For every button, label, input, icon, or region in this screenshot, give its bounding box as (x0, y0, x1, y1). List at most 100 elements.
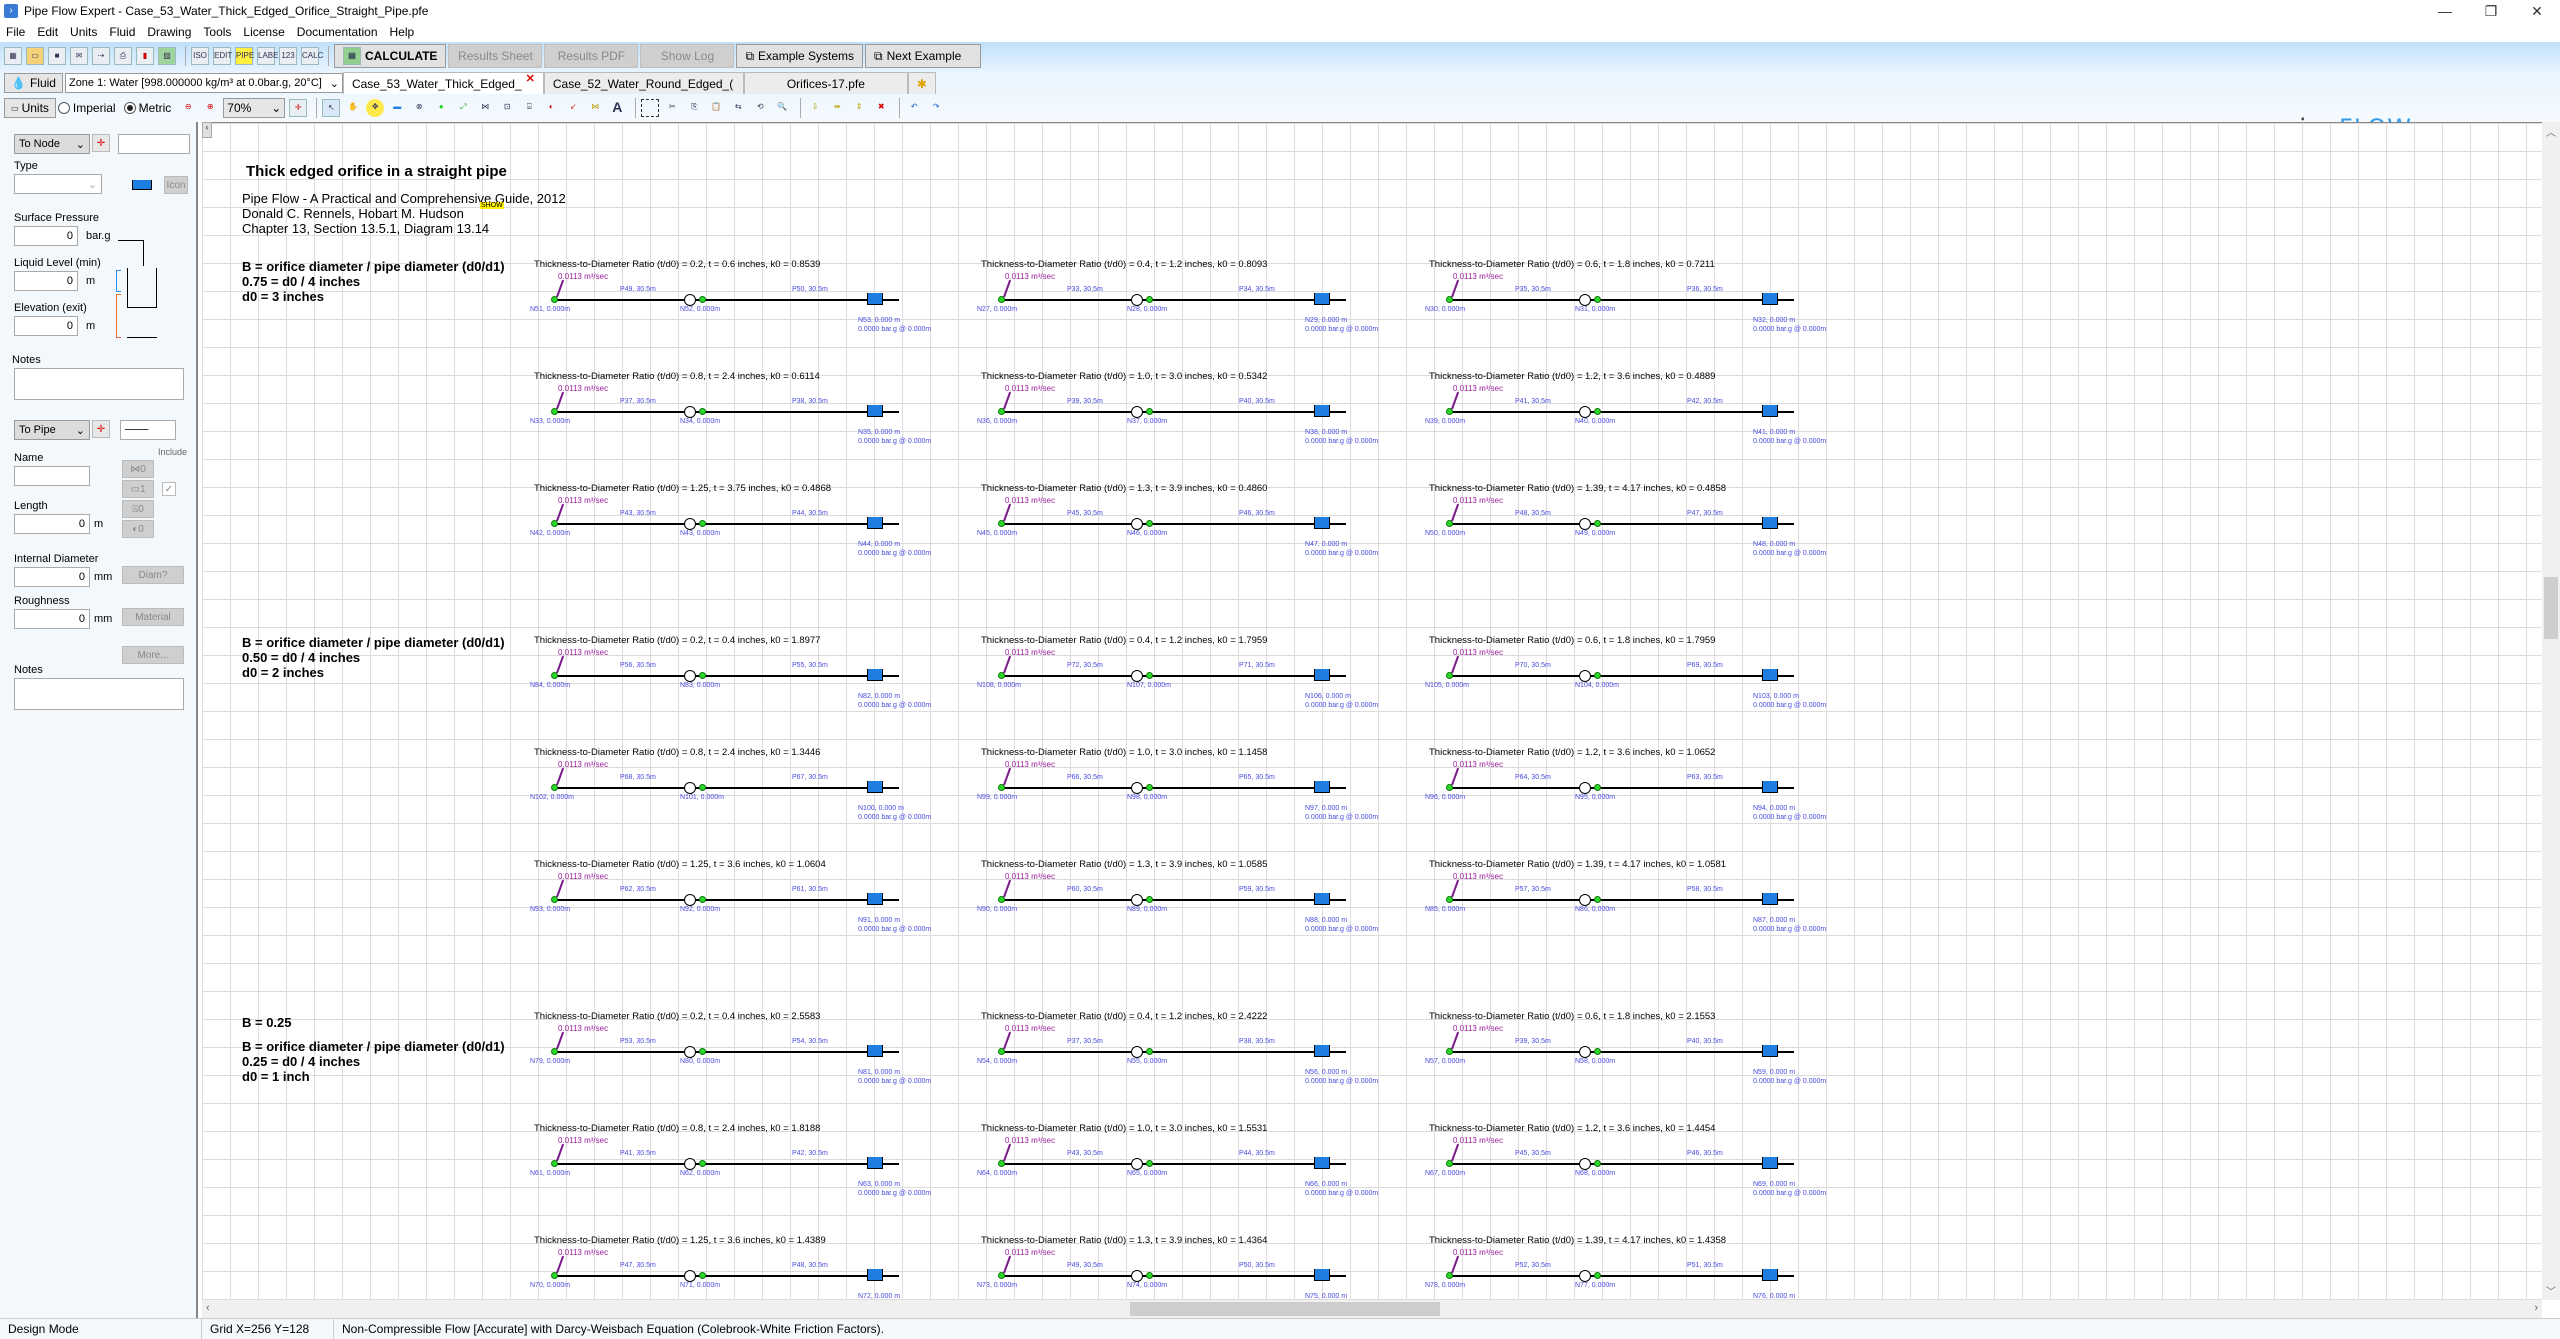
menu-tools[interactable]: Tools (203, 25, 231, 39)
menu-help[interactable]: Help (390, 25, 415, 39)
pump-count-button[interactable]: ◐ 0 (122, 520, 154, 538)
orifice-icon[interactable] (684, 406, 696, 418)
mid-node[interactable] (699, 784, 706, 791)
orifice-diagram[interactable]: Thickness-to-Diameter Ratio (t/d0) = 0.6… (1425, 635, 1865, 725)
start-node[interactable] (551, 896, 558, 903)
orifice-icon[interactable] (1131, 406, 1143, 418)
restore-button[interactable]: ❐ (2468, 0, 2514, 22)
scroll-left-icon[interactable]: ‹ (206, 1302, 210, 1314)
menu-documentation[interactable]: Documentation (297, 25, 378, 39)
tank-icon[interactable] (1762, 293, 1778, 305)
menu-edit[interactable]: Edit (37, 25, 58, 39)
menu-fluid[interactable]: Fluid (109, 25, 135, 39)
orifice-icon[interactable] (1131, 1158, 1143, 1170)
fit-grid-icon[interactable]: ✛ (289, 99, 308, 117)
example-systems-button[interactable]: ⧉ Example Systems (736, 44, 864, 68)
start-node[interactable] (998, 1048, 1005, 1055)
units-button[interactable]: ▭ Units (4, 98, 56, 118)
orifice-icon[interactable] (1579, 782, 1591, 794)
pipe-line[interactable] (554, 1051, 899, 1053)
close-tab-icon[interactable]: ✕ (526, 72, 535, 85)
menu-file[interactable]: File (6, 25, 25, 39)
zoom-selection-icon[interactable]: 🔍 (773, 99, 791, 117)
mid-node[interactable] (1146, 408, 1153, 415)
orifice-diagram[interactable]: Thickness-to-Diameter Ratio (t/d0) = 1.3… (1425, 859, 1865, 949)
pressure-line-icon[interactable]: ↙ (564, 99, 582, 117)
mid-node[interactable] (1146, 1160, 1153, 1167)
pipe-notes-textarea[interactable] (14, 678, 184, 710)
pipe-line[interactable] (1449, 675, 1794, 677)
delete-icon[interactable]: ✖ (872, 99, 890, 117)
start-node[interactable] (998, 520, 1005, 527)
start-node[interactable] (1446, 520, 1453, 527)
vertical-scrollbar[interactable]: ︿ ﹀ (2542, 122, 2560, 1300)
tank-icon[interactable] (1314, 781, 1330, 793)
orifice-icon[interactable] (1131, 670, 1143, 682)
fittings-count-button[interactable]: ⋈ 0 (122, 460, 154, 478)
mid-node[interactable] (699, 1048, 706, 1055)
tank-icon[interactable]: ▬ (388, 99, 406, 117)
start-node[interactable] (998, 672, 1005, 679)
valve-fitting-icon[interactable]: ⋈ (476, 99, 494, 117)
mid-node[interactable] (1146, 672, 1153, 679)
calculate-button[interactable]: ▤ CALCULATE (334, 44, 447, 68)
start-node[interactable] (551, 672, 558, 679)
orifice-icon[interactable] (684, 1270, 696, 1282)
pipe-mode-select[interactable]: To Pipe ⌄ (14, 420, 90, 440)
minimize-button[interactable]: — (2422, 0, 2468, 22)
mid-node[interactable] (1594, 296, 1601, 303)
zoom-in-icon[interactable]: ⊕ (201, 99, 219, 117)
mid-node[interactable] (1594, 896, 1601, 903)
tank-icon[interactable] (867, 781, 883, 793)
pipe-line[interactable] (1449, 1051, 1794, 1053)
label-view-icon[interactable]: LABEL (257, 47, 283, 65)
tank-icon[interactable] (867, 405, 883, 417)
iso-view-icon[interactable]: ISO (191, 47, 209, 65)
pan-hand-icon[interactable]: ✋ (344, 99, 362, 117)
pipe-line[interactable] (1449, 1163, 1794, 1165)
pipe-line[interactable] (1449, 1275, 1794, 1277)
pipe-line[interactable] (1001, 1163, 1346, 1165)
new-tab-button[interactable]: ✱ (907, 72, 936, 94)
draw-pipe-icon[interactable]: ⤢ (454, 99, 472, 117)
node-type-select[interactable]: ⌄ (14, 174, 102, 194)
mid-node[interactable] (1146, 896, 1153, 903)
orifice-diagram[interactable]: Thickness-to-Diameter Ratio (t/d0) = 1.3… (977, 1235, 1417, 1300)
tank-icon[interactable] (1314, 1157, 1330, 1169)
orifice-icon[interactable] (1131, 294, 1143, 306)
mid-node[interactable] (1146, 1048, 1153, 1055)
new-grid-icon[interactable]: ▦ (4, 47, 22, 65)
control-valve-icon[interactable]: ⍓ (520, 99, 538, 117)
orifice-diagram[interactable]: Thickness-to-Diameter Ratio (t/d0) = 1.2… (1425, 371, 1865, 461)
email-icon[interactable]: ✉ (70, 47, 88, 65)
orifice-diagram[interactable]: Thickness-to-Diameter Ratio (t/d0) = 0.4… (977, 1011, 1417, 1101)
mid-node[interactable] (699, 672, 706, 679)
tab-case-52[interactable]: Case_52_Water_Round_Edged_( (543, 72, 744, 94)
orifice-diagram[interactable]: Thickness-to-Diameter Ratio (t/d0) = 0.2… (530, 635, 970, 725)
mid-node[interactable] (1594, 672, 1601, 679)
orifice-icon[interactable] (684, 1046, 696, 1058)
show-tag[interactable]: SHOW (480, 202, 504, 209)
tank-icon[interactable] (867, 893, 883, 905)
orifice-icon[interactable] (1579, 294, 1591, 306)
orifice-icon[interactable] (1579, 406, 1591, 418)
orifice-icon[interactable] (684, 894, 696, 906)
pointer-icon[interactable]: ↖ (322, 99, 341, 117)
locate-node-icon[interactable]: ✛ (92, 134, 110, 152)
pipe-line[interactable] (554, 411, 899, 413)
join-point-icon[interactable]: ● (432, 99, 450, 117)
orifice-icon[interactable] (684, 518, 696, 530)
move-icon[interactable]: ✥ (366, 99, 385, 117)
pipe-view-icon[interactable]: PIPE (235, 47, 254, 65)
pipe-line[interactable] (554, 1275, 899, 1277)
pipe-line[interactable] (554, 787, 899, 789)
orifice-diagram[interactable]: Thickness-to-Diameter Ratio (t/d0) = 1.2… (530, 859, 970, 949)
copy-icon[interactable]: ⎘ (685, 99, 703, 117)
pipe-line[interactable] (554, 1163, 899, 1165)
spread-horizontal-icon[interactable]: ⇹ (828, 99, 846, 117)
mid-node[interactable] (699, 1272, 706, 1279)
tank-icon[interactable] (867, 1045, 883, 1057)
orifice-icon[interactable] (1579, 1046, 1591, 1058)
rotate-icon[interactable]: ⟲ (751, 99, 769, 117)
orifice-diagram[interactable]: Thickness-to-Diameter Ratio (t/d0) = 0.6… (1425, 259, 1865, 349)
